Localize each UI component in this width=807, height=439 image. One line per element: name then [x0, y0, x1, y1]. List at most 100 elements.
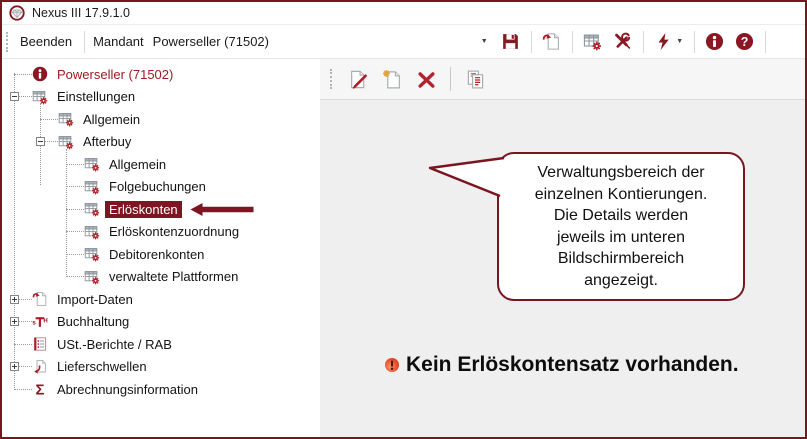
tree-item[interactable]: Lieferschwellen: [2, 356, 320, 379]
edit-button[interactable]: [343, 64, 373, 94]
tree-connector-stub: [66, 231, 84, 233]
tree-item[interactable]: Abrechnungsinformation: [2, 378, 320, 401]
import-document-icon: [542, 32, 561, 51]
help-button[interactable]: [732, 29, 758, 55]
toolbar-grip[interactable]: [6, 31, 9, 52]
tree-connector-stub: [19, 96, 32, 98]
tree-item[interactable]: Import-Daten: [2, 288, 320, 311]
tree-item-label: Allgemein: [83, 111, 141, 127]
tree-connector-stub: [19, 321, 32, 323]
table-settings-icon: [583, 32, 602, 51]
table-settings-icon: [58, 134, 74, 150]
sigma-icon: [32, 381, 48, 397]
lightning-button[interactable]: ▼: [651, 29, 687, 55]
table-settings-icon: [32, 89, 48, 105]
content-panel: Verwaltungsbereich der einzelnen Kontier…: [320, 59, 805, 437]
expander-icon[interactable]: [10, 362, 19, 372]
mandant-combobox[interactable]: Powerseller (71502) ▼: [149, 29, 496, 54]
tree-item-label: Lieferschwellen: [57, 359, 147, 375]
page-return-icon: [32, 359, 48, 375]
t-account-icon: [32, 314, 48, 330]
tree-connector-stub: [19, 366, 32, 368]
lightning-icon: [654, 32, 673, 51]
toolbar-separator: [530, 30, 532, 53]
copy-button[interactable]: [460, 64, 490, 94]
beenden-button[interactable]: Beenden: [13, 30, 79, 53]
tree-item-label: Einstellungen: [57, 89, 136, 105]
toolbar-separator: [693, 30, 695, 53]
toolbar-separator: [450, 67, 451, 91]
tree-item[interactable]: USt.-Berichte / RAB: [2, 333, 320, 356]
callout-bubble: Verwaltungsbereich der einzelnen Kontier…: [497, 152, 745, 301]
expander-icon[interactable]: [10, 92, 19, 102]
table-settings-icon: [84, 156, 100, 172]
save-icon: [501, 32, 520, 51]
toolbar-separator: [571, 30, 573, 53]
expander-icon[interactable]: [10, 294, 19, 304]
toolbar-separator: [642, 30, 644, 53]
table-settings-button[interactable]: [580, 29, 606, 55]
save-button[interactable]: [498, 29, 524, 55]
tree-item[interactable]: Debitorenkonten: [2, 243, 320, 266]
tree-connector-stub: [14, 388, 32, 390]
toolbar-separator: [84, 30, 86, 53]
tree-item[interactable]: Erlöskonten: [2, 198, 320, 221]
report-icon: [32, 336, 48, 352]
new-record-icon: [382, 69, 403, 90]
chevron-down-icon[interactable]: ▼: [481, 38, 488, 45]
toolbar-grip[interactable]: [330, 69, 333, 89]
table-settings-icon: [84, 224, 100, 240]
tree-item[interactable]: Powerseller (71502): [2, 63, 320, 86]
tree-item-label: Folgebuchungen: [109, 179, 206, 195]
help-icon: [735, 32, 754, 51]
gem-logo-icon: [9, 5, 25, 21]
title-bar: Nexus III 17.9.1.0: [2, 2, 805, 25]
tree-connector-stub: [66, 208, 84, 210]
delete-button[interactable]: [411, 64, 441, 94]
mandant-combobox-value: Powerseller (71502): [152, 34, 269, 49]
tree-connector-stub: [14, 343, 32, 345]
tree-connector-stub: [40, 118, 58, 120]
tools-button[interactable]: [610, 29, 636, 55]
tree-item-label: Debitorenkonten: [109, 246, 205, 262]
tree-item[interactable]: Einstellungen: [2, 86, 320, 109]
tools-icon: [613, 32, 632, 51]
selection-arrow-icon: [189, 203, 255, 216]
table-settings-icon: [84, 201, 100, 217]
app-window: Nexus III 17.9.1.0 Beenden Mandant Power…: [0, 0, 807, 439]
import-document-icon: [32, 291, 48, 307]
tree-connector-stub: [66, 276, 84, 278]
tree-item-label: Powerseller (71502): [57, 66, 174, 82]
tree-item-label: Erlöskonten: [105, 200, 182, 218]
tree: Powerseller (71502) Einstellungen Allgem…: [2, 63, 320, 401]
tree-item[interactable]: Afterbuy: [2, 131, 320, 154]
tree-item[interactable]: Buchhaltung: [2, 311, 320, 334]
tree-item-label: Afterbuy: [83, 134, 132, 150]
expander-icon[interactable]: [36, 137, 45, 147]
tree-connector-stub: [66, 186, 84, 188]
toolbar-separator: [764, 30, 766, 53]
delete-icon: [416, 69, 437, 90]
callout-tail: [428, 156, 505, 198]
info-button[interactable]: [702, 29, 728, 55]
tree-connector-stub: [66, 163, 84, 165]
tree-item[interactable]: verwaltete Plattformen: [2, 266, 320, 289]
tree-item-label: Allgemein: [109, 156, 167, 172]
tree-item-label: USt.-Berichte / RAB: [57, 336, 172, 352]
main-toolbar: Beenden Mandant Powerseller (71502) ▼ ▼: [2, 25, 805, 59]
info-icon: [705, 32, 724, 51]
new-record-button[interactable]: [377, 64, 407, 94]
expander-icon[interactable]: [10, 317, 19, 327]
tree-item[interactable]: Allgemein: [2, 153, 320, 176]
info-icon: [32, 66, 48, 82]
tree-item[interactable]: Erlöskontenzuordnung: [2, 221, 320, 244]
tree-item-label: Buchhaltung: [57, 314, 130, 330]
tree-item[interactable]: Allgemein: [2, 108, 320, 131]
navigation-tree-panel: Powerseller (71502) Einstellungen Allgem…: [2, 59, 320, 437]
tree-item[interactable]: Folgebuchungen: [2, 176, 320, 199]
warning-text: Kein Erlöskontensatz vorhanden.: [406, 353, 739, 376]
import-button[interactable]: [539, 29, 565, 55]
warning-icon: [384, 357, 400, 373]
warning-message: Kein Erlöskontensatz vorhanden.: [384, 353, 739, 377]
chevron-down-icon[interactable]: ▼: [676, 38, 683, 45]
